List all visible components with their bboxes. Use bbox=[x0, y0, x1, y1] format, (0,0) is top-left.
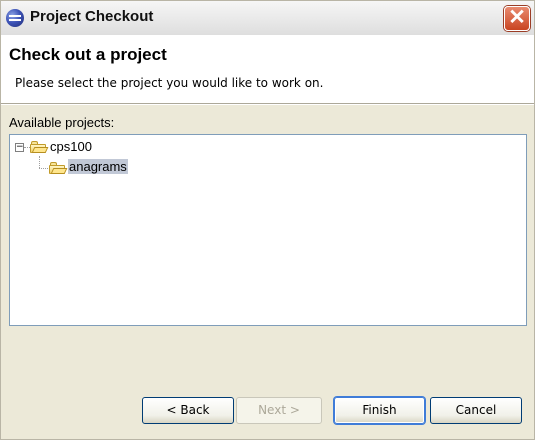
close-button[interactable]: ✕ bbox=[504, 6, 530, 31]
projects-tree[interactable]: − cps100 anagrams bbox=[9, 134, 527, 326]
tree-node-anagrams[interactable]: anagrams bbox=[68, 159, 128, 174]
project-checkout-dialog: Project Checkout ✕ Check out a project P… bbox=[0, 0, 535, 440]
cancel-button[interactable]: Cancel bbox=[430, 397, 522, 424]
back-button[interactable]: < Back bbox=[142, 397, 234, 424]
folder-open-icon bbox=[49, 162, 68, 174]
divider bbox=[1, 104, 534, 105]
next-button[interactable]: Next > bbox=[236, 397, 322, 424]
tree-node-cps100[interactable]: cps100 bbox=[50, 139, 92, 154]
finish-button[interactable]: Finish bbox=[334, 397, 425, 424]
wizard-banner: Check out a project Please select the pr… bbox=[1, 35, 534, 104]
tree-connector bbox=[39, 168, 48, 169]
title-bar[interactable]: Project Checkout ✕ bbox=[1, 1, 534, 36]
wizard-title: Check out a project bbox=[9, 45, 167, 64]
window-title: Project Checkout bbox=[30, 8, 154, 25]
available-projects-label: Available projects: bbox=[9, 115, 115, 130]
collapse-toggle[interactable]: − bbox=[15, 143, 24, 152]
button-bar: < Back Next > Finish Cancel bbox=[1, 389, 534, 429]
wizard-description: Please select the project you would like… bbox=[15, 76, 324, 90]
eclipse-icon bbox=[6, 9, 24, 27]
folder-open-icon bbox=[30, 141, 49, 153]
close-icon: ✕ bbox=[508, 6, 526, 29]
tree-connector bbox=[39, 156, 40, 168]
